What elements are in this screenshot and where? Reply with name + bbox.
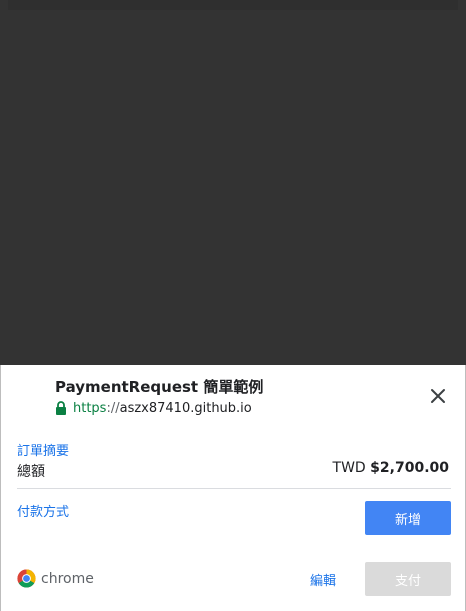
close-icon[interactable]	[429, 387, 447, 405]
edit-button[interactable]: 編輯	[301, 563, 345, 595]
total-value: TWD $2,700.00	[333, 460, 449, 476]
page-backdrop-strip	[8, 0, 458, 10]
url-host: aszx87410.github.io	[119, 400, 252, 416]
total-amount: $2,700.00	[370, 460, 449, 476]
url-separator: ://	[106, 400, 120, 416]
pay-button[interactable]: 支付	[365, 562, 451, 596]
chrome-brand-text: chrome	[41, 570, 94, 587]
order-summary-link[interactable]: 訂單摘要	[17, 440, 69, 459]
payment-request-sheet: PaymentRequest 簡單範例 https://aszx87410.gi…	[0, 365, 466, 611]
add-payment-button[interactable]: 新增	[365, 501, 451, 535]
chrome-logo-icon	[17, 569, 36, 588]
lock-icon	[56, 401, 66, 415]
payment-title: PaymentRequest 簡單範例	[55, 378, 264, 396]
payment-method-link[interactable]: 付款方式	[17, 501, 69, 520]
total-label: 總額	[17, 464, 45, 480]
total-currency: TWD	[332, 460, 366, 476]
url-scheme: https	[73, 400, 107, 416]
chrome-brand: chrome	[17, 569, 94, 588]
origin-url: https://aszx87410.github.io	[55, 400, 252, 416]
divider	[17, 488, 451, 489]
